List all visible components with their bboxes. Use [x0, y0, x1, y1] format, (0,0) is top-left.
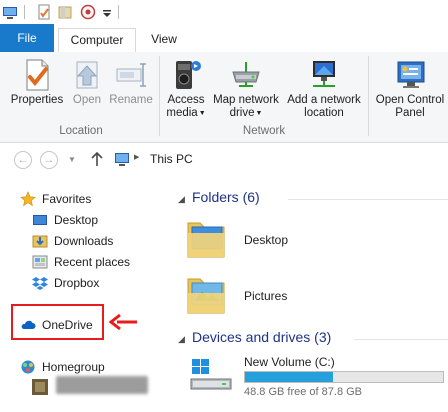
- nav-label: Dropbox: [54, 276, 100, 290]
- nav-label: Desktop: [54, 213, 99, 227]
- section-divider: [288, 199, 448, 200]
- new-folder-icon[interactable]: [57, 4, 73, 20]
- map-network-drive-label-line2: drive: [229, 107, 255, 119]
- collapse-chevron-icon: ◢: [178, 194, 185, 204]
- map-network-drive-label-line1: Map network: [213, 94, 279, 106]
- drive-name: New Volume (C:): [244, 355, 335, 369]
- dropbox-icon: [32, 277, 48, 290]
- ribbon-divider: [368, 56, 369, 136]
- access-media-label: Access media▼: [163, 94, 209, 120]
- open-control-panel-label-line1: Open Control: [375, 94, 445, 106]
- open-icon: [76, 61, 98, 89]
- toolbar-separator: [24, 5, 25, 19]
- redacted-user-name[interactable]: [56, 376, 148, 394]
- properties-icon: [26, 59, 49, 91]
- homegroup-icon: [21, 360, 35, 374]
- ribbon: Properties Open Rename Location Access m…: [0, 52, 448, 143]
- section-header-devices[interactable]: ◢ Devices and drives (3): [178, 329, 331, 345]
- section-heading-folders: Folders (6): [192, 189, 260, 205]
- folder-item-desktop[interactable]: Desktop: [178, 213, 448, 263]
- desktop-folder-icon: [187, 222, 225, 258]
- pictures-folder-icon: [187, 278, 225, 314]
- windows-drive-icon: [190, 359, 232, 390]
- map-network-drive-button[interactable]: Map network drive▼: [209, 56, 283, 122]
- add-network-location-label-line1: Add a network: [287, 94, 361, 106]
- annotation-arrow-icon: [108, 313, 137, 331]
- open-control-panel-button[interactable]: Open Control Panel: [372, 56, 448, 122]
- open-control-panel-label: Open Control Panel: [372, 94, 448, 120]
- desktop-icon: [33, 215, 47, 225]
- address-field[interactable]: ▶ This PC: [110, 148, 448, 170]
- address-bar: ← → ▼ ▶ This PC: [0, 143, 448, 175]
- add-network-location-icon: [313, 61, 335, 87]
- access-media-button[interactable]: Access media▼: [163, 56, 209, 122]
- folder-item-pictures[interactable]: Pictures: [178, 269, 448, 319]
- rename-label: Rename: [109, 94, 153, 106]
- group-label-location: Location: [59, 125, 103, 137]
- this-pc-icon: [115, 153, 129, 166]
- nav-label: Homegroup: [42, 360, 105, 374]
- open-control-panel-label-line2: Panel: [395, 107, 425, 119]
- nav-label: Favorites: [42, 192, 92, 206]
- rename-icon: [116, 63, 146, 87]
- drive-usage-bar: [244, 371, 444, 383]
- computer-icon[interactable]: [2, 4, 18, 20]
- recent-locations-chevron-icon[interactable]: ▼: [68, 155, 76, 164]
- add-network-location-button[interactable]: Add a network location: [284, 56, 364, 122]
- dropdown-caret-icon: ▼: [255, 110, 263, 117]
- recent-places-icon: [32, 255, 48, 269]
- folder-label: Pictures: [244, 289, 288, 303]
- section-header-folders[interactable]: ◢ Folders (6): [178, 189, 260, 205]
- folder-label: Desktop: [244, 233, 289, 247]
- chevron-down-icon[interactable]: [99, 4, 115, 20]
- properties-button[interactable]: Properties: [8, 56, 66, 122]
- ribbon-tabs: File Computer View: [0, 24, 448, 53]
- star-icon: [20, 191, 36, 207]
- content-pane: ◢ Folders (6) Desktop Pictures ◢ Devices a…: [178, 175, 448, 412]
- onedrive-highlight-box: [11, 304, 104, 340]
- map-network-drive-label: Map network drive▼: [209, 94, 283, 120]
- up-arrow-icon[interactable]: [90, 151, 104, 167]
- properties-label: Properties: [10, 94, 64, 106]
- add-network-location-label-line2: location: [304, 107, 344, 119]
- nav-label: Recent places: [54, 255, 131, 269]
- title-bar: [0, 0, 448, 25]
- access-media-icon: [176, 61, 201, 89]
- access-media-label-line1: Access: [167, 94, 205, 106]
- section-divider: [354, 339, 448, 340]
- user-avatar-icon[interactable]: [32, 379, 48, 395]
- drive-item-c[interactable]: New Volume (C:) 48.8 GB free of 87.8 GB: [178, 349, 448, 401]
- properties-icon[interactable]: [36, 4, 52, 20]
- nav-label: Downloads: [54, 234, 114, 248]
- undo-icon[interactable]: [80, 4, 96, 20]
- add-network-location-label: Add a network location: [284, 94, 364, 120]
- dropdown-caret-icon: ▼: [198, 110, 206, 117]
- downloads-icon: [32, 235, 48, 248]
- section-heading-devices: Devices and drives (3): [192, 329, 332, 345]
- group-label-network: Network: [242, 125, 286, 137]
- access-media-label-line2: media: [166, 107, 198, 119]
- breadcrumb-chevron-icon[interactable]: ▶: [134, 153, 139, 161]
- drive-usage-fill: [245, 372, 333, 382]
- control-panel-icon: [397, 61, 425, 88]
- ribbon-divider: [159, 56, 160, 136]
- tab-computer[interactable]: Computer: [58, 28, 136, 53]
- tab-view[interactable]: View: [140, 28, 188, 52]
- tab-file[interactable]: File: [0, 24, 54, 52]
- back-button[interactable]: ←: [14, 151, 32, 169]
- forward-button[interactable]: →: [40, 151, 58, 169]
- collapse-chevron-icon: ◢: [178, 334, 185, 344]
- open-button[interactable]: Open: [68, 56, 106, 122]
- breadcrumb-this-pc[interactable]: This PC: [150, 152, 193, 166]
- map-network-drive-icon: [232, 62, 260, 87]
- drive-free-space: 48.8 GB free of 87.8 GB: [244, 386, 363, 398]
- open-label: Open: [72, 94, 102, 106]
- rename-button[interactable]: Rename: [108, 56, 154, 122]
- toolbar-separator: [118, 5, 119, 19]
